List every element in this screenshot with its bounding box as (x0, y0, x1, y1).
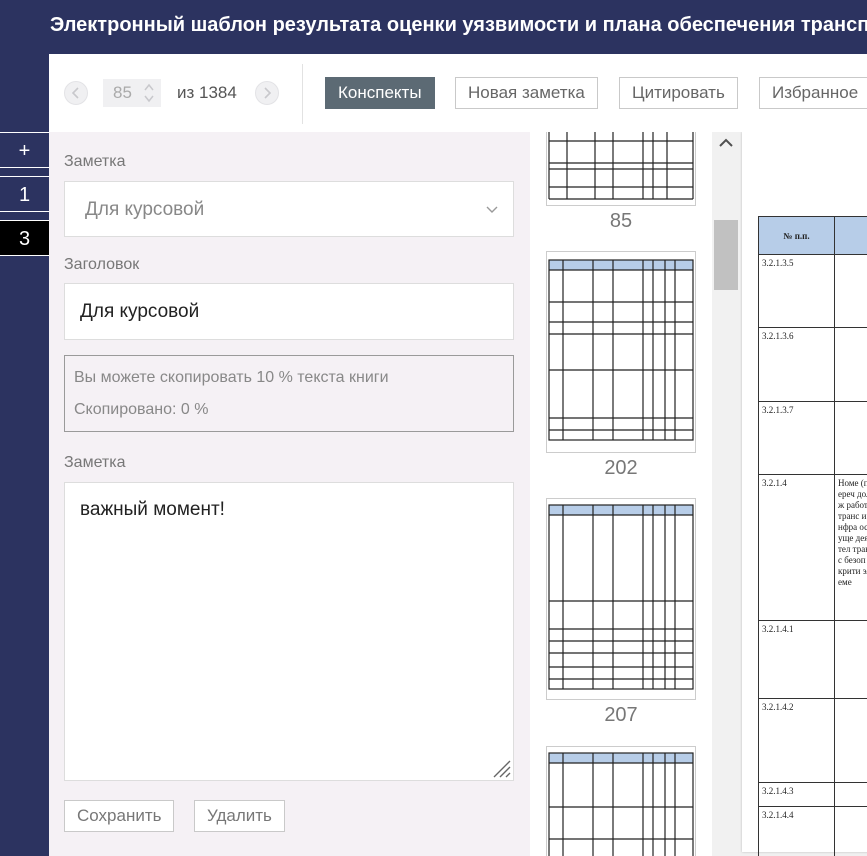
row-text (834, 698, 867, 783)
toolbar: 85 из 1384 Конспекты Новая заметка Цитир… (49, 54, 867, 132)
thumbnail-page-label: 85 (609, 210, 633, 232)
thumbnail-page-label: 207 (604, 704, 638, 726)
save-button[interactable]: Сохранить (64, 800, 175, 832)
row-text (834, 401, 867, 475)
table-row: 3.2.1.3.5 (758, 254, 867, 328)
row-number: 3.2.1.4.3 (758, 782, 835, 807)
row-text (834, 620, 867, 699)
row-number: 3.2.1.4.1 (758, 620, 835, 699)
row-text (834, 327, 867, 402)
table-row: 3.2.1.4Номе (переч долж работ транс инфр… (758, 474, 867, 621)
row-text (834, 806, 867, 856)
chevron-right-icon (264, 87, 272, 99)
prev-page-button[interactable] (64, 81, 88, 105)
note-editor-panel: Заметка Для курсовой Заголовок Вы можете… (49, 132, 530, 856)
tab-notes[interactable]: Конспекты (325, 77, 435, 109)
table-row: 3.2.1.4.1 (758, 620, 867, 699)
row-number: 3.2.1.3.5 (758, 254, 835, 328)
left-rail: + 1 3 (0, 54, 49, 856)
page-total: из 1384 (177, 83, 237, 102)
page-thumbnail-strip: 85 202 207 (530, 132, 712, 856)
thumbnail-page-label: 202 (604, 457, 638, 479)
heading-input[interactable] (64, 283, 514, 340)
row-number: 3.2.1.4 (758, 474, 835, 621)
copy-limit-info: Вы можете скопировать 10 % текста книги … (64, 355, 514, 432)
row-text (834, 782, 867, 807)
scroll-up-icon[interactable] (712, 132, 740, 156)
thumbnail-image (548, 752, 694, 856)
note-label: Заметка (64, 454, 126, 471)
heading-label: Заголовок (64, 256, 140, 273)
page-number-input[interactable]: 85 (103, 79, 161, 107)
book-title: Электронный шаблон результата оценки уяз… (50, 14, 867, 36)
page-current-value: 85 (113, 83, 132, 102)
table-header-row: № п.п. (758, 216, 867, 255)
app-title-bar: Электронный шаблон результата оценки уяз… (0, 0, 867, 54)
tab-favorites[interactable]: Избранное (759, 77, 867, 109)
toolbar-divider (302, 64, 303, 124)
table-row: 3.2.1.3.7 (758, 401, 867, 475)
category-value: Для курсовой (85, 199, 205, 220)
tab-new-note[interactable]: Новая заметка (455, 77, 598, 109)
rail-item-1[interactable]: 1 (0, 176, 49, 212)
stepper-icon[interactable] (143, 82, 155, 104)
row-number: 3.2.1.4.2 (758, 698, 835, 783)
table-row: 3.2.1.4.4 (758, 806, 867, 856)
thumbnail-image (548, 132, 694, 200)
copy-limit-text: Вы можете скопировать 10 % текста книги (74, 369, 389, 386)
tab-cite[interactable]: Цитировать (619, 77, 738, 109)
document-table: № п.п. 3.2.1.3.5 3.2.1.3.6 3.2.1.3.7 3.2… (758, 216, 867, 856)
row-text: Номе (переч долж работ транс инфра осуще… (834, 474, 867, 621)
delete-button[interactable]: Удалить (194, 800, 285, 832)
table-row: 3.2.1.4.3 (758, 782, 867, 807)
scrollbar-thumb[interactable] (714, 220, 738, 290)
resize-handle-icon[interactable] (490, 757, 512, 779)
document-viewer: № п.п. 3.2.1.3.5 3.2.1.3.6 3.2.1.3.7 3.2… (740, 132, 867, 856)
rail-item-3[interactable]: 3 (0, 220, 49, 256)
row-number: 3.2.1.3.6 (758, 327, 835, 402)
document-page: № п.п. 3.2.1.3.5 3.2.1.3.6 3.2.1.3.7 3.2… (742, 132, 867, 856)
table-header-cell: № п.п. (758, 216, 835, 255)
thumbnail-image (548, 259, 694, 441)
thumbnail-scrollbar[interactable] (712, 132, 740, 856)
row-text (834, 254, 867, 328)
category-select[interactable]: Для курсовой (64, 181, 514, 237)
chevron-left-icon (71, 87, 79, 99)
table-header-cell (834, 216, 867, 255)
chevron-down-icon (486, 206, 498, 213)
page-thumbnail[interactable] (546, 251, 696, 453)
table-row: 3.2.1.3.6 (758, 327, 867, 402)
page-thumbnail[interactable] (546, 746, 696, 856)
category-label: Заметка (64, 153, 126, 170)
table-row: 3.2.1.4.2 (758, 698, 867, 783)
rail-add-button[interactable]: + (0, 132, 49, 168)
copied-amount-text: Скопировано: 0 % (74, 401, 209, 418)
page-thumbnail[interactable] (546, 498, 696, 700)
page-thumbnail[interactable] (546, 132, 696, 206)
next-page-button[interactable] (255, 81, 279, 105)
row-number: 3.2.1.3.7 (758, 401, 835, 475)
row-number: 3.2.1.4.4 (758, 806, 835, 856)
note-textarea[interactable]: важный момент! (64, 482, 514, 781)
thumbnail-image (548, 504, 694, 690)
